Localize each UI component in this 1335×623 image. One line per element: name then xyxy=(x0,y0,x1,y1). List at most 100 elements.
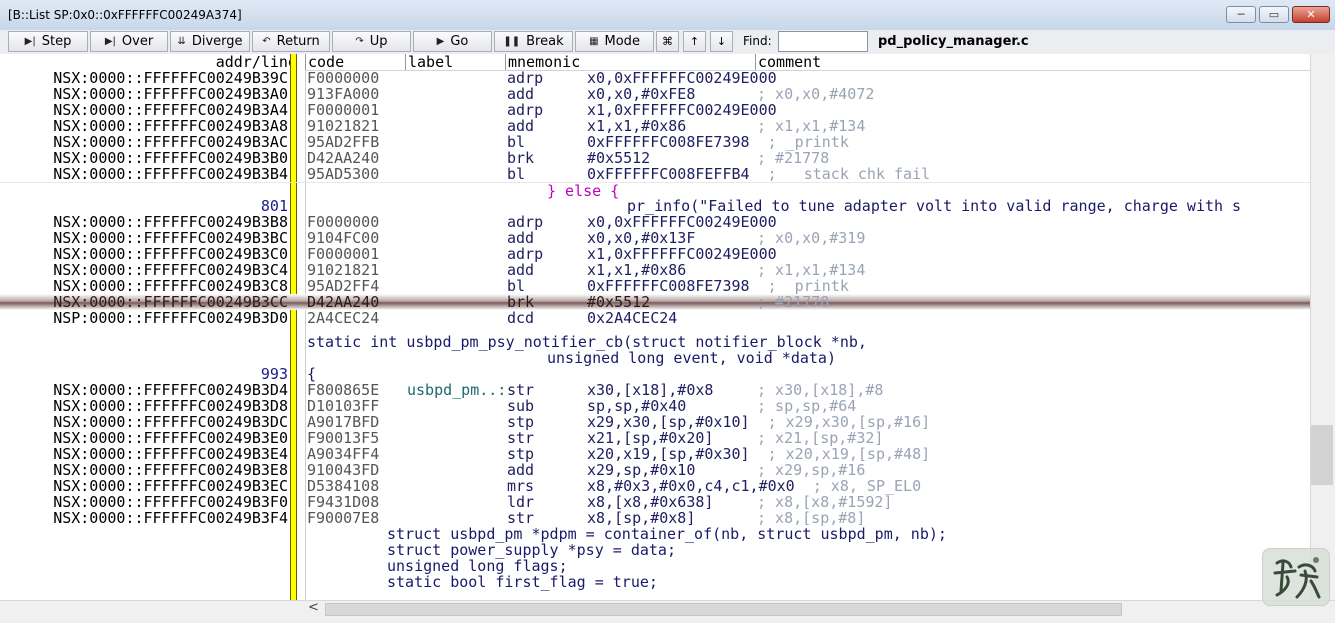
column-comment[interactable]: comment xyxy=(755,54,1310,70)
opcode-cell: 95AD2FF4 xyxy=(307,277,380,295)
opcode-cell: A9017BFD xyxy=(307,413,380,431)
address-cell: NSX:0000::FFFFFFC00249B3BC xyxy=(53,229,288,247)
mnemonic-cell: adrp xyxy=(507,245,544,263)
return-button[interactable]: ↶ Return xyxy=(252,31,330,52)
list-row[interactable]: NSP:0000::FFFFFFC00249B3D0 2A4CEC24 dcd 0x2… xyxy=(0,310,1310,326)
maximize-button[interactable]: ▭ xyxy=(1259,6,1289,23)
list-row[interactable]: NSX:0000::FFFFFFC00249B3E8 910043FD add x29… xyxy=(0,462,1310,478)
opcode-cell: 9104FC00 xyxy=(307,229,380,247)
mnemonic-cell: stp xyxy=(507,413,535,431)
mnemonic-cell: bl xyxy=(507,133,526,151)
go-button[interactable]: ▶ Go xyxy=(413,31,492,52)
list-row[interactable]: NSX:0000::FFFFFFC00249B3A4 F0000001 adrp x1… xyxy=(0,102,1310,118)
operands-cell: x29,x30,[sp,#0x10] xyxy=(587,413,750,431)
operands-cell: 0xFFFFFFC008FE7398 xyxy=(587,133,750,151)
minimize-button[interactable]: ─ xyxy=(1226,6,1256,23)
scroll-left-arrow[interactable]: < xyxy=(308,600,319,615)
find-down-button[interactable]: ↓ xyxy=(710,31,733,52)
list-row[interactable]: 801 pr_info("Failed to tune adapter volt … xyxy=(0,198,1310,214)
address-cell: NSX:0000::FFFFFFC00249B3C4 xyxy=(53,261,288,279)
operands-cell: sp,sp,#0x40 xyxy=(587,397,687,415)
address-cell: NSX:0000::FFFFFFC00249B3A8 xyxy=(53,117,288,135)
column-label[interactable]: label xyxy=(405,54,505,70)
list-row[interactable]: NSX:0000::FFFFFFC00249B3A0 913FA000 add x0,… xyxy=(0,86,1310,102)
return-icon: ↶ xyxy=(262,36,271,47)
list-row[interactable]: 993 { xyxy=(0,366,1310,382)
opcode-cell: F90013F5 xyxy=(307,429,380,447)
address-cell: NSX:0000::FFFFFFC00249B3E0 xyxy=(53,429,288,447)
operands-cell: 0xFFFFFFC008FE7398 xyxy=(587,277,750,295)
scroll-corner xyxy=(0,600,305,623)
list-row[interactable]: NSX:0000::FFFFFFC00249B3DC A9017BFD stp x29… xyxy=(0,414,1310,430)
list-row[interactable]: NSX:0000::FFFFFFC00249B3B4 95AD5300 bl 0xFF… xyxy=(0,166,1310,182)
column-mnemonic[interactable]: mnemonic xyxy=(505,54,755,70)
mode-label: Mode xyxy=(604,34,640,49)
list-row[interactable]: NSX:0000::FFFFFFC00249B3CC D42AA240 brk #0x… xyxy=(0,294,1310,310)
address-cell: NSP:0000::FFFFFFC00249B3D0 xyxy=(53,309,288,327)
opcode-cell: F800865E xyxy=(307,381,380,399)
diverge-button[interactable]: ⇊ Diverge xyxy=(170,31,250,52)
pause-icon: ❚❚ xyxy=(503,36,521,47)
list-row[interactable]: NSX:0000::FFFFFFC00249B3F4 F90007E8 str x8,… xyxy=(0,510,1310,526)
operands-cell: x30,[x18],#0x8 xyxy=(587,381,714,399)
list-row[interactable]: NSX:0000::FFFFFFC00249B3C4 91021821 add x1,… xyxy=(0,262,1310,278)
comment-cell: ; #21778 xyxy=(757,149,830,167)
vertical-scrollbar[interactable] xyxy=(1310,54,1335,600)
list-row[interactable]: NSX:0000::FFFFFFC00249B3C8 95AD2FF4 bl 0xFF… xyxy=(0,278,1310,294)
list-row[interactable]: NSX:0000::FFFFFFC00249B3D4 F800865E usbpd_… xyxy=(0,382,1310,398)
list-row[interactable]: NSX:0000::FFFFFFC00249B3AC 95AD2FFB bl 0xFF… xyxy=(0,134,1310,150)
horizontal-scroll-thumb[interactable] xyxy=(325,603,1122,616)
mnemonic-cell: str xyxy=(507,429,535,447)
column-addr-line[interactable]: addr/line xyxy=(0,54,305,70)
address-cell: NSX:0000::FFFFFFC00249B3A4 xyxy=(53,101,288,119)
opcode-cell: 913FA000 xyxy=(307,85,380,103)
opcode-cell: 95AD2FFB xyxy=(307,133,380,151)
opcode-cell: 2A4CEC24 xyxy=(307,309,380,327)
list-row[interactable]: static bool first_flag = true; xyxy=(0,574,1310,590)
binoculars-icon: ⌘ xyxy=(662,35,673,48)
list-row[interactable]: NSX:0000::FFFFFFC00249B3E0 F90013F5 str x21… xyxy=(0,430,1310,446)
break-button[interactable]: ❚❚ Break xyxy=(494,31,573,52)
list-row[interactable]: NSX:0000::FFFFFFC00249B3E4 A9034FF4 stp x20… xyxy=(0,446,1310,462)
operands-cell: x8,#0x3,#0x0,c4,c1,#0x0 xyxy=(587,477,795,495)
mnemonic-cell: stp xyxy=(507,445,535,463)
list-row[interactable]: unsigned long flags; xyxy=(0,558,1310,574)
list-row[interactable]: struct usbpd_pm *pdpm = container_of(nb,… xyxy=(0,526,1310,542)
go-icon: ▶ xyxy=(436,36,445,47)
source-line: static bool first_flag = true; xyxy=(387,573,658,591)
over-button[interactable]: ▶| Over xyxy=(90,31,168,52)
title-bar: [B::List SP:0x0::0xFFFFFFC00249A374] ─ ▭… xyxy=(0,0,1335,31)
mnemonic-cell: add xyxy=(507,461,535,479)
close-button[interactable]: ✕ xyxy=(1292,6,1330,23)
view-button[interactable]: ⌘ xyxy=(656,31,679,52)
list-row[interactable]: NSX:0000::FFFFFFC00249B3B0 D42AA240 brk #0x… xyxy=(0,150,1310,166)
list-row[interactable]: NSX:0000::FFFFFFC00249B3A8 91021821 add x1,… xyxy=(0,118,1310,134)
source-file-name: pd_policy_manager.c xyxy=(878,34,1029,49)
comment-cell: ; x1,x1,#134 xyxy=(757,117,866,135)
vertical-scroll-thumb[interactable] xyxy=(1311,425,1333,485)
column-code[interactable]: code xyxy=(305,54,405,70)
list-row[interactable]: NSX:0000::FFFFFFC00249B3D8 D10103FF sub sp,… xyxy=(0,398,1310,414)
list-row[interactable]: NSX:0000::FFFFFFC00249B3C0 F0000001 adrp x1… xyxy=(0,246,1310,262)
up-button[interactable]: ↷ Up xyxy=(332,31,411,52)
step-button[interactable]: ▶| Step xyxy=(8,31,88,52)
operands-cell: x0,x0,#0x13F xyxy=(587,229,696,247)
list-row[interactable]: static int usbpd_pm_psy_notifier_cb(stru… xyxy=(0,334,1310,350)
list-row[interactable]: NSX:0000::FFFFFFC00249B3B8 F0000000 adrp x0… xyxy=(0,214,1310,230)
mode-button[interactable]: ▦ Mode xyxy=(575,31,654,52)
arrow-up-icon: ↑ xyxy=(689,35,700,48)
address-cell: NSX:0000::FFFFFFC00249B3F4 xyxy=(53,509,288,527)
find-input[interactable] xyxy=(778,31,868,52)
address-cell: NSX:0000::FFFFFFC00249B3C0 xyxy=(53,245,288,263)
opcode-cell: D5384108 xyxy=(307,477,380,495)
opcode-cell: F0000001 xyxy=(307,101,380,119)
find-up-button[interactable]: ↑ xyxy=(683,31,706,52)
list-row[interactable]: NSX:0000::FFFFFFC00249B3EC D5384108 mrs x8,… xyxy=(0,478,1310,494)
mnemonic-cell: add xyxy=(507,229,535,247)
list-row[interactable]: NSX:0000::FFFFFFC00249B3BC 9104FC00 add x0,… xyxy=(0,230,1310,246)
list-row[interactable]: struct power_supply *psy = data; xyxy=(0,542,1310,558)
list-row[interactable]: unsigned long event, void *data) xyxy=(0,350,1310,366)
list-row[interactable]: NSX:0000::FFFFFFC00249B39C F0000000 adrp x0… xyxy=(0,70,1310,86)
list-row[interactable]: NSX:0000::FFFFFFC00249B3F0 F9431D08 ldr x8,… xyxy=(0,494,1310,510)
opcode-cell: 91021821 xyxy=(307,261,380,279)
